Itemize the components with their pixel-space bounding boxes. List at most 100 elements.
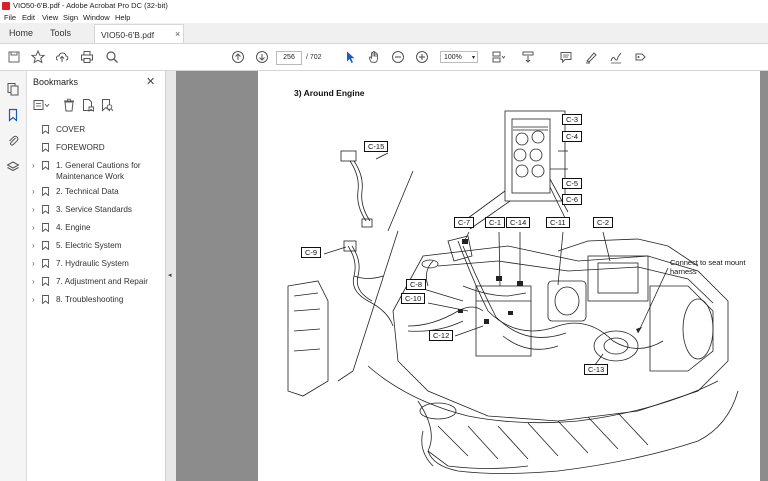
callout-label: C-4	[562, 131, 583, 142]
menu-window[interactable]: Window	[83, 13, 110, 22]
save-icon[interactable]	[7, 50, 21, 64]
select-cursor-icon[interactable]	[343, 50, 357, 64]
callout-label: C-8	[406, 279, 427, 290]
bookmark-flag-icon	[42, 223, 49, 232]
tab-tools[interactable]: Tools	[50, 28, 71, 38]
callout-label: C-12	[429, 330, 454, 341]
next-page-icon[interactable]	[255, 50, 269, 64]
chevron-right-icon[interactable]: ›	[32, 161, 35, 170]
tab-home[interactable]: Home	[9, 28, 33, 38]
bookmark-label: 4. Engine	[56, 223, 91, 232]
highlight-pen-icon[interactable]	[584, 50, 598, 64]
close-icon[interactable]: ✕	[146, 75, 155, 88]
menu-edit[interactable]: Edit	[22, 13, 35, 22]
bookmark-label: 5. Electric System	[56, 241, 122, 250]
bookmark-label: COVER	[56, 125, 86, 134]
previous-page-icon[interactable]	[231, 50, 245, 64]
sign-icon[interactable]	[609, 50, 623, 64]
zoom-out-icon[interactable]	[391, 50, 405, 64]
callout-label: C-9	[301, 247, 322, 258]
collapse-panel-icon[interactable]: ◂	[168, 271, 172, 279]
bookmark-star-icon[interactable]	[31, 50, 45, 64]
bookmark-flag-icon	[42, 161, 49, 170]
menu-help[interactable]: Help	[115, 13, 130, 22]
callout-label: C-2	[593, 217, 614, 228]
chevron-right-icon[interactable]: ›	[32, 295, 35, 304]
callout-label: C-14	[506, 217, 531, 228]
panel-splitter[interactable]: ◂	[166, 71, 176, 481]
page-thumbnails-icon[interactable]	[5, 81, 21, 97]
find-bookmark-icon[interactable]	[100, 98, 114, 112]
callout-label: C-1	[485, 217, 506, 228]
chevron-right-icon[interactable]: ›	[32, 241, 35, 250]
bookmarks-panel-icon[interactable]	[5, 107, 21, 123]
navigation-rail	[0, 71, 27, 481]
hand-tool-icon[interactable]	[367, 50, 381, 64]
zoom-select[interactable]: 100% ▾	[440, 51, 478, 63]
chevron-down-icon: ▾	[471, 55, 475, 61]
bookmark-label: FOREWORD	[56, 143, 105, 152]
bookmark-flag-icon	[42, 295, 49, 304]
callout-label: C-11	[546, 217, 570, 228]
bookmark-label: 7. Hydraulic System	[56, 259, 129, 268]
chevron-right-icon[interactable]: ›	[32, 259, 35, 268]
bookmarks-toolbar	[33, 98, 153, 112]
callout-label: C-10	[401, 293, 426, 304]
toolbar: 256 / 702 100% ▾	[0, 44, 768, 71]
new-bookmark-icon[interactable]	[81, 98, 95, 112]
callout-label: C-7	[454, 217, 475, 228]
bookmark-flag-icon	[42, 205, 49, 214]
tab-document-label: VIO50-6'B.pdf	[101, 30, 155, 40]
zoom-value: 100%	[444, 54, 462, 61]
bookmark-options-icon[interactable]	[33, 98, 50, 112]
pdf-page: 3) Around Engine C-3 C-4 C-5 C-6 C-15 C-…	[258, 71, 760, 481]
chevron-right-icon[interactable]: ›	[32, 205, 35, 214]
menu-file[interactable]: File	[4, 13, 16, 22]
bookmark-flag-icon	[42, 259, 49, 268]
bookmark-label: 7. Adjustment and Repair	[56, 277, 148, 286]
callout-label: C-5	[562, 178, 583, 189]
callout-label: C-3	[562, 114, 583, 125]
window-title: VIO50-6'B.pdf - Adobe Acrobat Pro DC (32…	[13, 1, 168, 10]
connector-note: Connect to seat mount harness	[670, 258, 746, 276]
wiring-diagram	[287, 110, 739, 474]
title-bar: VIO50-6'B.pdf - Adobe Acrobat Pro DC (32…	[0, 0, 768, 12]
tab-close-button[interactable]: ×	[175, 29, 180, 39]
bookmark-flag-icon	[42, 143, 49, 152]
bookmark-label: 2. Technical Data	[56, 187, 119, 196]
bookmark-flag-icon	[42, 277, 49, 286]
page-total: / 702	[306, 54, 322, 61]
acrobat-logo-icon	[2, 2, 10, 10]
comment-icon[interactable]	[559, 50, 573, 64]
chevron-right-icon[interactable]: ›	[32, 277, 35, 286]
document-viewer[interactable]: 3) Around Engine C-3 C-4 C-5 C-6 C-15 C-…	[176, 71, 768, 481]
scroll-mode-icon[interactable]	[521, 50, 535, 64]
chevron-right-icon[interactable]: ›	[32, 223, 35, 232]
find-icon[interactable]	[105, 50, 119, 64]
bookmark-label: 8. Troubleshooting	[56, 295, 124, 304]
page-number-input[interactable]: 256	[276, 51, 302, 65]
bookmark-flag-icon	[42, 187, 49, 196]
bookmark-label: 3. Service Standards	[56, 205, 133, 214]
fill-sign-icon[interactable]	[633, 50, 647, 64]
delete-bookmark-icon[interactable]	[62, 98, 76, 112]
menu-bar: File Edit View Sign Window Help	[0, 12, 768, 23]
page-display-icon[interactable]	[491, 50, 505, 64]
tab-bar: Home Tools VIO50-6'B.pdf ×	[0, 23, 768, 44]
bookmarks-panel: Bookmarks ✕ COVER FOREWORD › 1. General …	[27, 71, 166, 481]
callout-label: C-13	[584, 364, 609, 375]
menu-sign[interactable]: Sign	[63, 13, 78, 22]
print-icon[interactable]	[80, 50, 94, 64]
callout-label: C-15	[364, 141, 389, 152]
menu-view[interactable]: View	[42, 13, 58, 22]
tab-document[interactable]: VIO50-6'B.pdf ×	[94, 24, 184, 43]
bookmark-flag-icon	[42, 241, 49, 250]
bookmarks-title: Bookmarks	[33, 77, 79, 87]
zoom-in-icon[interactable]	[415, 50, 429, 64]
layers-icon[interactable]	[5, 159, 21, 175]
bookmark-label: 1. General Cautions for Maintenance Work	[56, 161, 141, 181]
chevron-right-icon[interactable]: ›	[32, 187, 35, 196]
attachments-icon[interactable]	[5, 133, 21, 149]
bookmark-flag-icon	[42, 125, 49, 134]
upload-cloud-icon[interactable]	[55, 50, 69, 64]
